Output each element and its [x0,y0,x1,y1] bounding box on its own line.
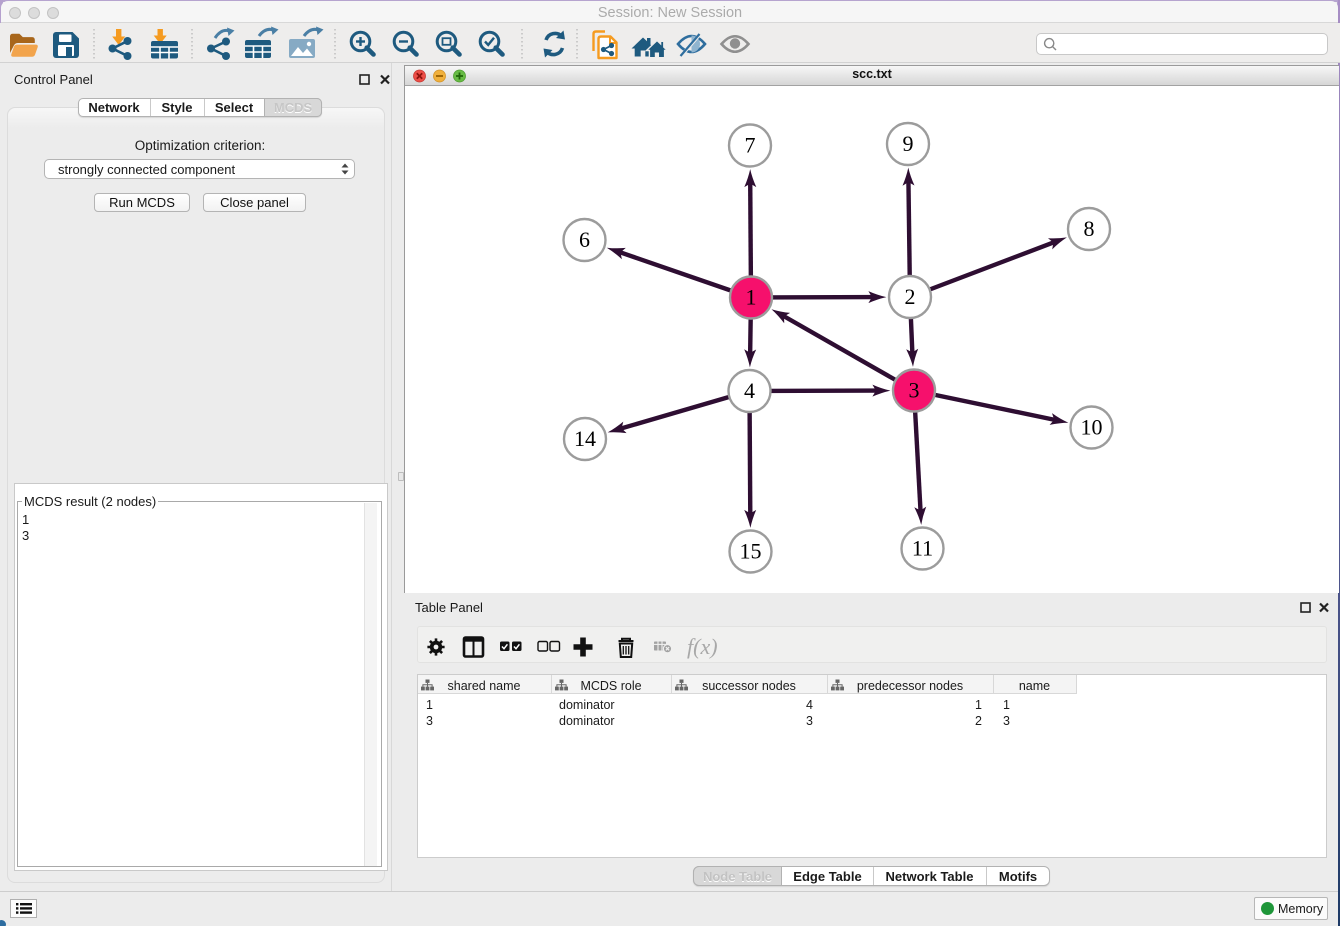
svg-text:6: 6 [579,227,590,252]
svg-text:4: 4 [744,378,755,403]
svg-text:15: 15 [740,539,762,564]
svg-text:7: 7 [745,133,756,158]
svg-text:11: 11 [912,536,933,561]
svg-text:14: 14 [574,426,596,451]
svg-text:9: 9 [903,131,914,156]
svg-text:1: 1 [746,285,757,310]
svg-text:2: 2 [905,284,916,309]
svg-text:f(x): f(x) [687,634,718,659]
svg-text:8: 8 [1084,216,1095,241]
svg-text:10: 10 [1081,415,1103,440]
svg-text:3: 3 [909,378,920,403]
